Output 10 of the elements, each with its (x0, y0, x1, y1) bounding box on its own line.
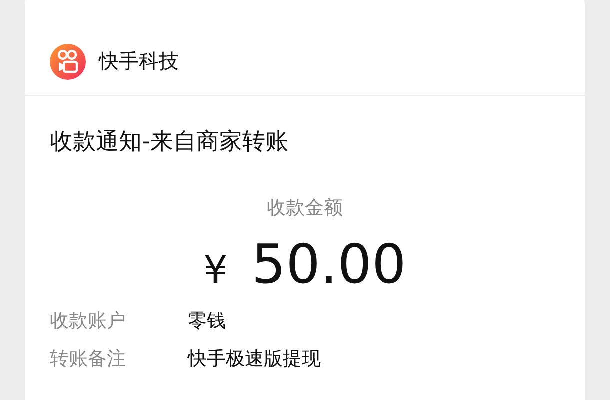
currency-sign: ¥ (204, 248, 228, 292)
merchant-name: 快手科技 (99, 48, 179, 75)
detail-value: 快手极速版提现 (188, 347, 321, 372)
detail-label: 收款账户 (50, 309, 127, 334)
detail-value: 零钱 (188, 309, 226, 334)
detail-label: 转账备注 (50, 347, 127, 372)
camera-logo-icon (50, 44, 86, 80)
amount-label: 收款金额 (266, 196, 344, 221)
notice-title: 收款通知-来自商家转账 (50, 128, 290, 157)
amount-value: 50.00 (252, 233, 406, 296)
